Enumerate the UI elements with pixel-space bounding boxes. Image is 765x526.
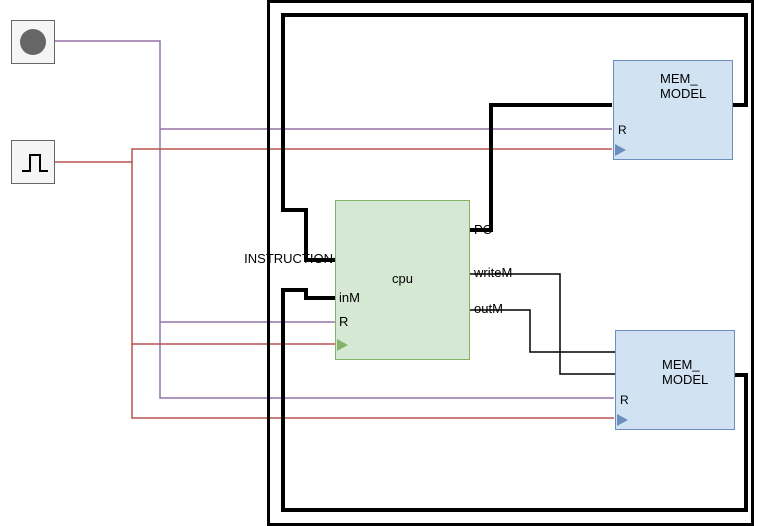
cpu-port-PC: PC bbox=[474, 222, 492, 237]
square-wave-icon bbox=[12, 141, 56, 185]
mem-bottom-label: MEM_ MODEL bbox=[662, 357, 708, 387]
mem-top-port-R: R bbox=[618, 123, 627, 137]
mem-bottom-port-R: R bbox=[620, 393, 629, 407]
clock-source bbox=[11, 140, 55, 184]
cpu-port-writeM: writeM bbox=[474, 265, 512, 280]
mem-bottom-clock-port bbox=[617, 414, 628, 426]
mem-model-top: MEM_ MODEL R bbox=[613, 60, 733, 160]
cpu-port-R: R bbox=[339, 314, 348, 329]
cpu-label: cpu bbox=[336, 271, 469, 286]
cpu-block: cpu bbox=[335, 200, 470, 360]
mem-model-bottom: MEM_ MODEL R bbox=[615, 330, 735, 430]
mem-top-label: MEM_ MODEL bbox=[660, 71, 706, 101]
reset-source bbox=[11, 20, 55, 64]
cpu-port-outM: outM bbox=[474, 301, 503, 316]
mem-top-clock-port bbox=[615, 144, 626, 156]
cpu-port-inM: inM bbox=[339, 290, 360, 305]
filled-circle-icon bbox=[20, 29, 46, 55]
cpu-port-instruction: INSTRUCTION bbox=[198, 251, 333, 266]
cpu-clock-port bbox=[337, 339, 348, 351]
